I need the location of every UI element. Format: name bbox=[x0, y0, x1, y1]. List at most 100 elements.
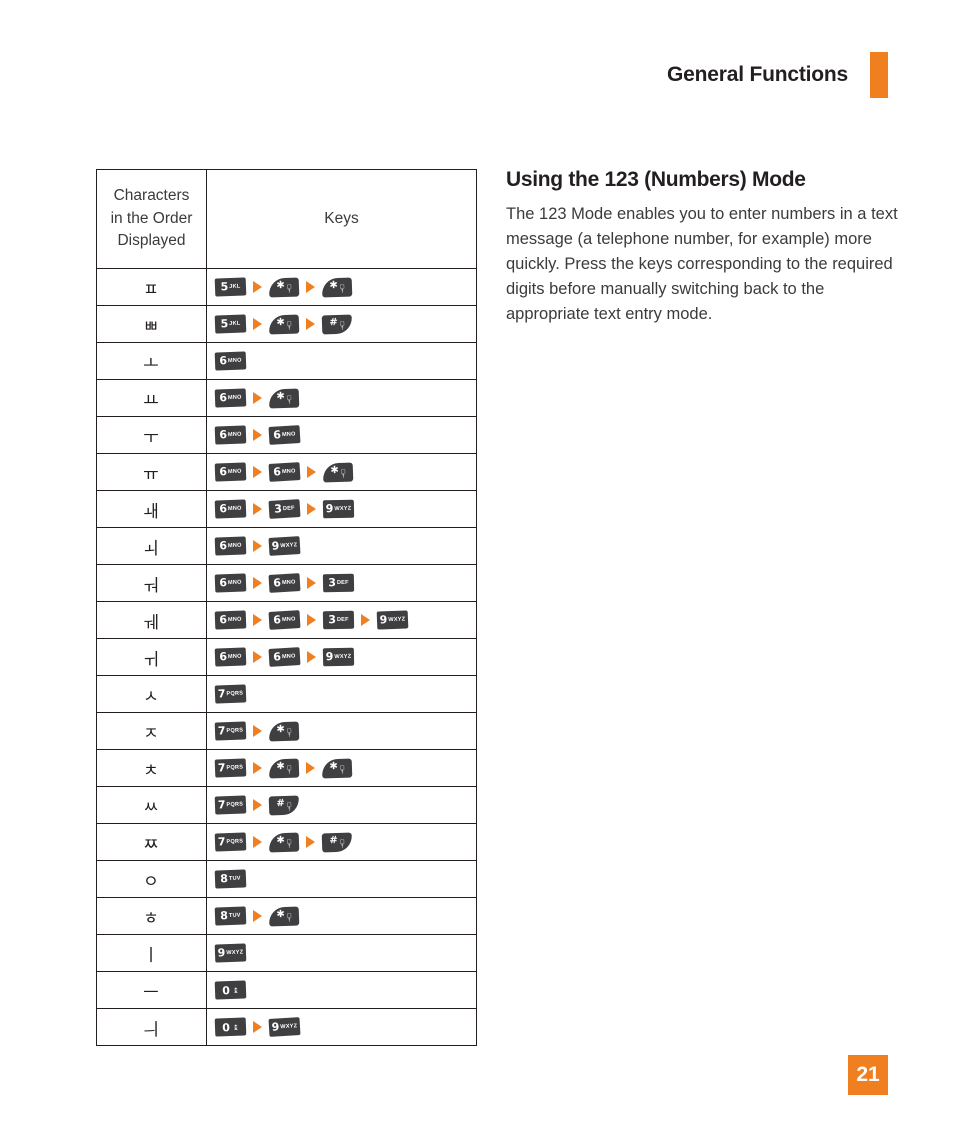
key-symbol: # bbox=[329, 833, 338, 846]
key-symbol: # bbox=[276, 796, 285, 809]
key-sequence: 0 ↨ 9 WXYZ bbox=[214, 1017, 476, 1037]
key-sequence: 6 MNO 6 MNO 9 WXYZ bbox=[214, 647, 476, 667]
table-row: ㅠ 6 MNO 6 MNO ✱ □ ↑ bbox=[96, 453, 477, 491]
key-number: 6 bbox=[272, 576, 282, 590]
key-letters: MNO bbox=[281, 653, 296, 661]
table-row: ㅡ 0 ↨ bbox=[96, 971, 477, 1009]
character-cell: ㅚ bbox=[96, 527, 207, 565]
table-row: ㅆ 7 PQRS # □ ↑ bbox=[96, 786, 477, 824]
key-star-icon: ✱ □ ↑ bbox=[268, 720, 300, 742]
key-7: 7 PQRS bbox=[214, 684, 247, 704]
key-sub-mark-icon: □ ↑ bbox=[286, 282, 292, 294]
key-sequence: 7 PQRS # □ ↑ bbox=[214, 794, 476, 816]
key-3: 3 DEF bbox=[268, 499, 301, 519]
key-sequence: 7 PQRS ✱ □ ↑ bbox=[214, 720, 476, 742]
character-cell: ㅇ bbox=[96, 860, 207, 898]
key-zero-mark-icon: ↨ bbox=[232, 1023, 239, 1032]
key-number: 7 bbox=[217, 835, 226, 849]
arrow-right-icon bbox=[306, 281, 315, 293]
key-sequence-cell: 9 WXYZ bbox=[206, 934, 477, 972]
key-letters: MNO bbox=[281, 579, 296, 587]
key-6: 6 MNO bbox=[214, 388, 247, 408]
arrow-right-icon bbox=[306, 762, 315, 774]
key-number: 9 bbox=[271, 1020, 280, 1034]
arrow-right-icon bbox=[253, 836, 262, 848]
key-letters: PQRS bbox=[226, 764, 244, 772]
key-7: 7 PQRS bbox=[214, 758, 247, 778]
key-number: 7 bbox=[217, 761, 226, 775]
key-letters: TUV bbox=[228, 875, 241, 883]
key-sequence-cell: 5 JKL ✱ □ ↑ # □ ↑ bbox=[206, 305, 477, 343]
character-cell: ㅙ bbox=[96, 490, 207, 528]
key-letters: MNO bbox=[227, 357, 242, 365]
character-cell: ㅠ bbox=[96, 453, 207, 491]
key-sub-mark-icon: □ ↑ bbox=[339, 319, 345, 331]
key-9: 9 WXYZ bbox=[322, 647, 355, 667]
arrow-right-icon bbox=[253, 1021, 262, 1033]
table-row: ㅜ 6 MNO 6 MNO bbox=[96, 416, 477, 454]
key-9: 9 WXYZ bbox=[268, 1017, 301, 1037]
key-symbol: ✱ bbox=[329, 278, 338, 291]
key-6: 6 MNO bbox=[268, 462, 301, 482]
arrow-right-icon bbox=[307, 651, 316, 663]
key-sequence: 8 TUV bbox=[214, 869, 476, 889]
key-5: 5 JKL bbox=[214, 314, 247, 334]
key-letters: PQRS bbox=[226, 727, 244, 735]
character-cell: ㅅ bbox=[96, 675, 207, 713]
key-number: 3 bbox=[328, 613, 337, 627]
article-body: The 123 Mode enables you to enter number… bbox=[506, 205, 898, 324]
table-row: ㅣ 9 WXYZ bbox=[96, 934, 477, 972]
key-sequence: 6 MNO 6 MNO ✱ □ ↑ bbox=[214, 461, 476, 483]
key-sequence: 5 JKL ✱ □ ↑ ✱ □ ↑ bbox=[214, 276, 476, 298]
arrow-right-icon bbox=[253, 429, 262, 441]
key-number: 6 bbox=[219, 539, 228, 553]
table-row: ㅇ 8 TUV bbox=[96, 860, 477, 898]
character-cell: ㅣ bbox=[96, 934, 207, 972]
key-letters: JKL bbox=[229, 320, 241, 328]
table-row: ㅟ 6 MNO 6 MNO 9 WXYZ bbox=[96, 638, 477, 676]
key-sub-mark-icon: □ ↑ bbox=[286, 911, 292, 923]
key-letters: DEF bbox=[282, 505, 295, 513]
arrow-right-icon bbox=[253, 577, 262, 589]
key-sub-mark-icon: □ ↑ bbox=[340, 467, 346, 479]
key-number: 5 bbox=[220, 280, 229, 294]
table-row: ㅢ 0 ↨ 9 WXYZ bbox=[96, 1008, 477, 1046]
key-symbol: ✱ bbox=[276, 315, 285, 328]
key-hash-icon: # □ ↑ bbox=[321, 831, 353, 853]
key-number: 6 bbox=[219, 428, 228, 442]
key-9: 9 WXYZ bbox=[268, 536, 301, 556]
header-characters: Characters in the Order Displayed bbox=[96, 169, 207, 269]
key-letters: JKL bbox=[229, 283, 241, 291]
key-sequence-cell: 8 TUV bbox=[206, 860, 477, 898]
article-heading: Using the 123 (Numbers) Mode bbox=[506, 168, 806, 191]
table-row: ㅛ 6 MNO ✱ □ ↑ bbox=[96, 379, 477, 417]
table-row: ㅊ 7 PQRS ✱ □ ↑ ✱ □ ↑ bbox=[96, 749, 477, 787]
key-number: 9 bbox=[325, 650, 334, 664]
key-letters: DEF bbox=[336, 579, 349, 587]
key-number: 9 bbox=[325, 502, 334, 516]
key-sequence: 7 PQRS ✱ □ ↑ ✱ □ ↑ bbox=[214, 757, 476, 779]
key-zero-mark-icon: ↨ bbox=[232, 986, 239, 995]
key-sequence-cell: 6 MNO bbox=[206, 342, 477, 380]
character-cell: ㅝ bbox=[96, 564, 207, 602]
key-number: 8 bbox=[220, 872, 229, 886]
table-row: ㅃ 5 JKL ✱ □ ↑ # □ ↑ bbox=[96, 305, 477, 343]
header-keys: Keys bbox=[206, 169, 477, 269]
key-letters: MNO bbox=[281, 431, 296, 439]
key-letters: PQRS bbox=[226, 690, 244, 698]
character-cell: ㅟ bbox=[96, 638, 207, 676]
key-number: 6 bbox=[272, 428, 282, 442]
table-row: ㅅ 7 PQRS bbox=[96, 675, 477, 713]
key-hash-icon: # □ ↑ bbox=[321, 313, 353, 335]
key-sub-mark-icon: □ ↑ bbox=[286, 837, 292, 849]
key-star-icon: ✱ □ ↑ bbox=[268, 757, 300, 779]
key-0: 0 ↨ bbox=[214, 1017, 247, 1037]
key-6: 6 MNO bbox=[214, 499, 247, 519]
key-number: 0 bbox=[221, 1020, 231, 1034]
key-letters: WXYZ bbox=[226, 949, 244, 957]
key-6: 6 MNO bbox=[214, 647, 247, 667]
key-letters: PQRS bbox=[226, 801, 244, 809]
key-7: 7 PQRS bbox=[214, 795, 247, 815]
key-number: 7 bbox=[217, 687, 226, 701]
arrow-right-icon bbox=[307, 614, 316, 626]
